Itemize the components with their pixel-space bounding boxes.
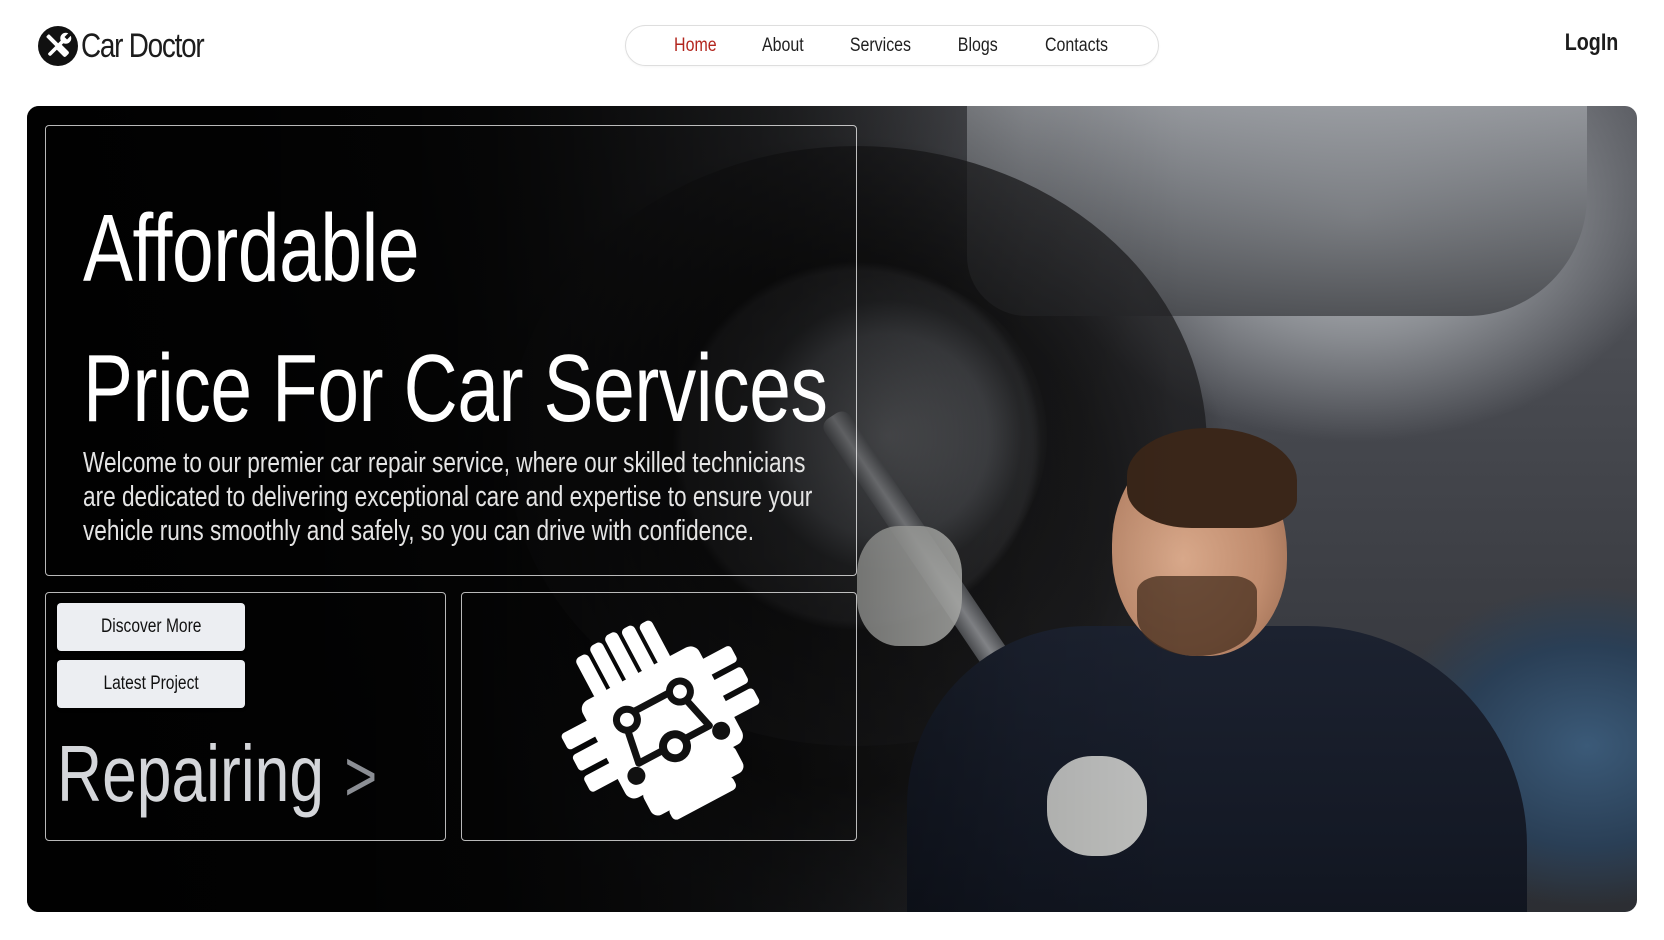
latest-project-button[interactable]: Latest Project	[57, 660, 245, 708]
discover-more-button[interactable]: Discover More	[57, 603, 245, 651]
brand[interactable]: Car Doctor	[37, 25, 230, 67]
brand-name: Car Doctor	[81, 26, 205, 65]
engine-icon	[561, 620, 760, 820]
nav-item-about[interactable]: About	[762, 35, 804, 57]
main-nav: Home About Services Blogs Contacts	[625, 25, 1159, 66]
hero-banner: Affordable Price For Car Services Welcom…	[27, 106, 1637, 912]
discover-more-label: Discover More	[100, 616, 202, 637]
wrench-screwdriver-icon	[38, 26, 78, 66]
site-header: Car Doctor Home About Services Blogs Con…	[0, 0, 1664, 100]
nav-item-blogs[interactable]: Blogs	[958, 35, 998, 57]
hero-headline-line-1: Affordable	[83, 195, 420, 302]
chevron-right-icon: >	[344, 737, 378, 817]
nav-item-services[interactable]: Services	[850, 35, 911, 57]
nav-item-home[interactable]: Home	[674, 35, 717, 57]
repairing-link[interactable]: Repairing >	[57, 728, 377, 820]
latest-project-label: Latest Project	[103, 673, 199, 694]
repairing-label: Repairing	[57, 729, 325, 818]
nav-item-contacts[interactable]: Contacts	[1045, 35, 1108, 57]
hero-headline-line-2: Price For Car Services	[83, 335, 828, 442]
login-link[interactable]: LogIn	[1564, 29, 1618, 57]
hero-description: Welcome to our premier car repair servic…	[83, 447, 813, 547]
